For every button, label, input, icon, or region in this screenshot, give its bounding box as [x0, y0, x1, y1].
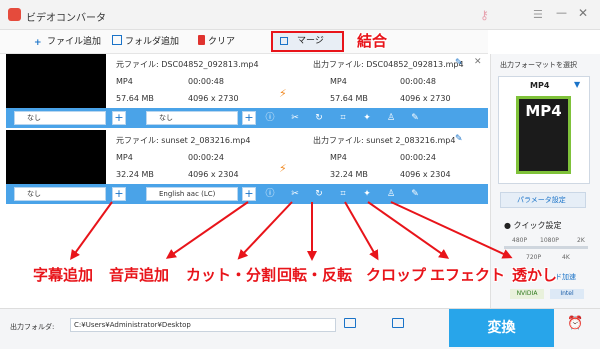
- open-folder-icon[interactable]: [344, 318, 356, 328]
- callout-watermark: 透かし: [512, 266, 558, 284]
- callout-cut: カット・分割: [186, 266, 277, 284]
- callout-rotate: 回転・反転: [277, 266, 353, 284]
- convert-button[interactable]: 変換: [449, 309, 554, 347]
- callout-subtitle: 字幕追加: [33, 266, 94, 284]
- callout-crop: クロップ: [366, 266, 427, 284]
- callout-audio: 音声追加: [109, 266, 170, 284]
- output-folder-path[interactable]: C:¥Users¥Administrator¥Desktop: [70, 318, 336, 332]
- output-folder-icon[interactable]: [392, 318, 404, 328]
- callout-effect: エフェクト: [430, 266, 506, 284]
- alarm-clock-icon[interactable]: ⏰: [567, 316, 583, 331]
- callout-arrows: [70, 201, 513, 261]
- output-folder-label: 出力フォルダ:: [10, 323, 55, 331]
